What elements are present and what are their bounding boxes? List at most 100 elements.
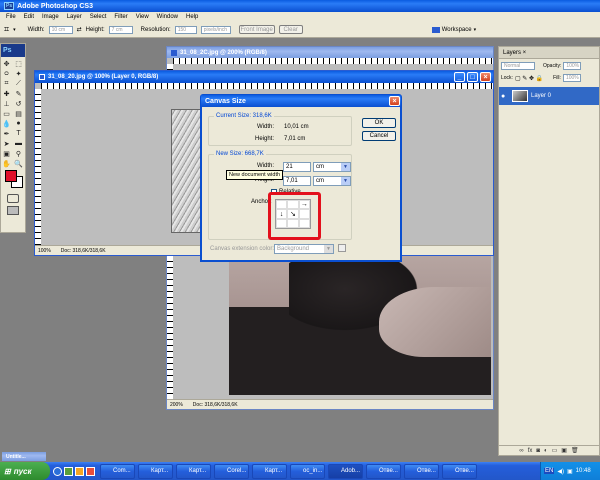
type-tool-icon[interactable]: T	[14, 129, 23, 138]
marquee-tool-icon[interactable]: ⬚	[14, 59, 23, 68]
menu-file[interactable]: File	[6, 14, 16, 20]
path-selection-tool-icon[interactable]: ➤	[2, 139, 11, 148]
eye-icon[interactable]: ●	[501, 93, 509, 100]
minimized-document[interactable]: Untitle...	[2, 452, 46, 461]
taskbar-item[interactable]: Отве...	[442, 463, 477, 479]
media-icon[interactable]	[75, 466, 84, 476]
hand-tool-icon[interactable]: ✋	[2, 159, 11, 168]
opacity-input[interactable]: 100%	[563, 62, 582, 70]
foreground-color-swatch[interactable]	[5, 170, 17, 182]
front-document-titlebar[interactable]: 31_08_20.jpg @ 100% (Layer 0, RGB/8) _ □…	[35, 71, 493, 83]
menu-edit[interactable]: Edit	[24, 14, 34, 20]
quick-mask-icon[interactable]	[7, 194, 19, 203]
clock[interactable]: 10:48	[576, 468, 591, 474]
screen-mode-icon[interactable]	[7, 206, 19, 215]
dialog-close-icon[interactable]: ×	[389, 96, 400, 106]
dialog-titlebar[interactable]: Canvas Size ×	[201, 95, 401, 107]
menu-filter[interactable]: Filter	[114, 14, 127, 20]
blur-tool-icon[interactable]: 💧	[2, 119, 11, 128]
adjustment-layer-icon[interactable]: ◐	[544, 448, 548, 454]
taskbar-item-label: Отве...	[417, 468, 436, 474]
shape-tool-icon[interactable]: ▬	[14, 139, 23, 148]
minimize-icon[interactable]: _	[454, 72, 465, 82]
taskbar-item[interactable]: Corel...	[214, 463, 249, 479]
move-tool-icon[interactable]: ✥	[2, 59, 11, 68]
network-icon[interactable]: ▣	[567, 468, 573, 475]
zoom-tool-icon[interactable]: 🔍	[14, 159, 23, 168]
layer-row[interactable]: ● Layer 0	[499, 87, 599, 105]
blend-mode-select[interactable]: Normal	[501, 62, 535, 70]
back-doc-size[interactable]: Doc: 318,6K/318,6K	[193, 402, 238, 408]
desktop-icon[interactable]	[64, 466, 73, 476]
slice-tool-icon[interactable]: ⟋	[14, 79, 23, 88]
close-icon[interactable]: ×	[480, 72, 491, 82]
extension-color-swatch[interactable]	[338, 244, 346, 252]
new-width-input[interactable]: 21	[283, 162, 311, 172]
clone-stamp-tool-icon[interactable]: ⊥	[2, 99, 11, 108]
ok-button[interactable]: OK	[362, 118, 396, 128]
resolution-unit-select[interactable]: pixels/inch	[200, 25, 231, 34]
browser-icon[interactable]	[53, 466, 62, 476]
notes-tool-icon[interactable]: ▣	[2, 149, 11, 158]
taskbar-item[interactable]: Отве...	[404, 463, 439, 479]
crop-tool-button-icon[interactable]: ⌗	[2, 79, 11, 88]
swap-icon[interactable]: ⇄	[77, 26, 82, 33]
menu-layer[interactable]: Layer	[67, 14, 82, 20]
volume-icon[interactable]: ◀)	[557, 468, 564, 475]
brush-tool-icon[interactable]: ✎	[14, 89, 23, 98]
trash-icon[interactable]: 🗑	[571, 447, 579, 454]
healing-brush-tool-icon[interactable]: ✚	[2, 89, 11, 98]
height-input[interactable]: 7 cm	[108, 25, 133, 34]
start-button[interactable]: ⊞ пуск	[0, 462, 50, 480]
gradient-tool-icon[interactable]: ▤	[14, 109, 23, 118]
crop-tool-icon[interactable]: ⌗	[4, 24, 9, 35]
menu-window[interactable]: Window	[157, 14, 178, 20]
eraser-tool-icon[interactable]: ▭	[2, 109, 11, 118]
taskbar-item[interactable]: Карт...	[176, 463, 211, 479]
new-height-input[interactable]: 7,01	[283, 176, 311, 186]
fill-input[interactable]: 100%	[562, 74, 581, 82]
menu-view[interactable]: View	[136, 14, 149, 20]
magic-wand-tool-icon[interactable]: ✦	[14, 69, 23, 78]
front-image-button[interactable]: Front Image	[238, 25, 275, 34]
workspace-menu[interactable]: Workspace ▾	[431, 26, 477, 33]
tool-preset-arrow-icon[interactable]: ▾	[13, 27, 16, 33]
menu-select[interactable]: Select	[90, 14, 107, 20]
eyedropper-tool-icon[interactable]: ⚲	[14, 149, 23, 158]
layer-name[interactable]: Layer 0	[531, 93, 551, 99]
cancel-button[interactable]: Cancel	[362, 131, 396, 141]
resolution-input[interactable]: 150	[174, 25, 197, 34]
taskbar-item[interactable]: Com...	[100, 463, 135, 479]
layers-tab[interactable]: Layers ×	[499, 47, 599, 59]
taskbar-item[interactable]: Карт...	[138, 463, 173, 479]
taskbar-item-active[interactable]: Adob...	[328, 463, 363, 479]
lasso-tool-icon[interactable]: ᴑ	[2, 69, 11, 78]
lock-icon[interactable]: ▢ ✎ ✥ 🔒	[515, 75, 543, 82]
taskbar-item[interactable]: Отве...	[366, 463, 401, 479]
back-zoom-level[interactable]: 200%	[170, 402, 183, 408]
link-layers-icon[interactable]: ∞	[519, 448, 523, 454]
clear-button[interactable]: Clear	[278, 25, 303, 34]
menu-image[interactable]: Image	[42, 14, 59, 20]
maximize-icon[interactable]: □	[467, 72, 478, 82]
new-group-icon[interactable]: ▭	[552, 447, 558, 454]
front-zoom-level[interactable]: 100%	[38, 248, 51, 254]
chevron-down-icon: ▾	[473, 26, 477, 33]
dodge-tool-icon[interactable]: ●	[14, 119, 23, 128]
extension-color-select[interactable]: Background ▼	[274, 244, 334, 254]
width-unit-select[interactable]: cm ▼	[313, 162, 351, 172]
layer-mask-icon[interactable]: ◙	[536, 448, 540, 454]
pen-tool-icon[interactable]: ✒	[2, 129, 11, 138]
layer-style-icon[interactable]: fx	[528, 448, 533, 454]
history-brush-tool-icon[interactable]: ↺	[14, 99, 23, 108]
taskbar-item[interactable]: oc_in...	[290, 463, 325, 479]
taskbar-item[interactable]: Карт...	[252, 463, 287, 479]
back-document-titlebar[interactable]: 31_08_2C.jpg @ 200% (RGB/8)	[167, 47, 493, 58]
menu-help[interactable]: Help	[186, 14, 198, 20]
width-input[interactable]: 10 cm	[48, 25, 73, 34]
new-layer-icon[interactable]: ▣	[561, 447, 567, 454]
front-doc-size[interactable]: Doc: 318,6K/318,6K	[61, 248, 106, 254]
messenger-icon[interactable]	[86, 466, 95, 476]
height-unit-select[interactable]: cm ▼	[313, 176, 351, 186]
language-indicator[interactable]: EN	[544, 468, 555, 474]
